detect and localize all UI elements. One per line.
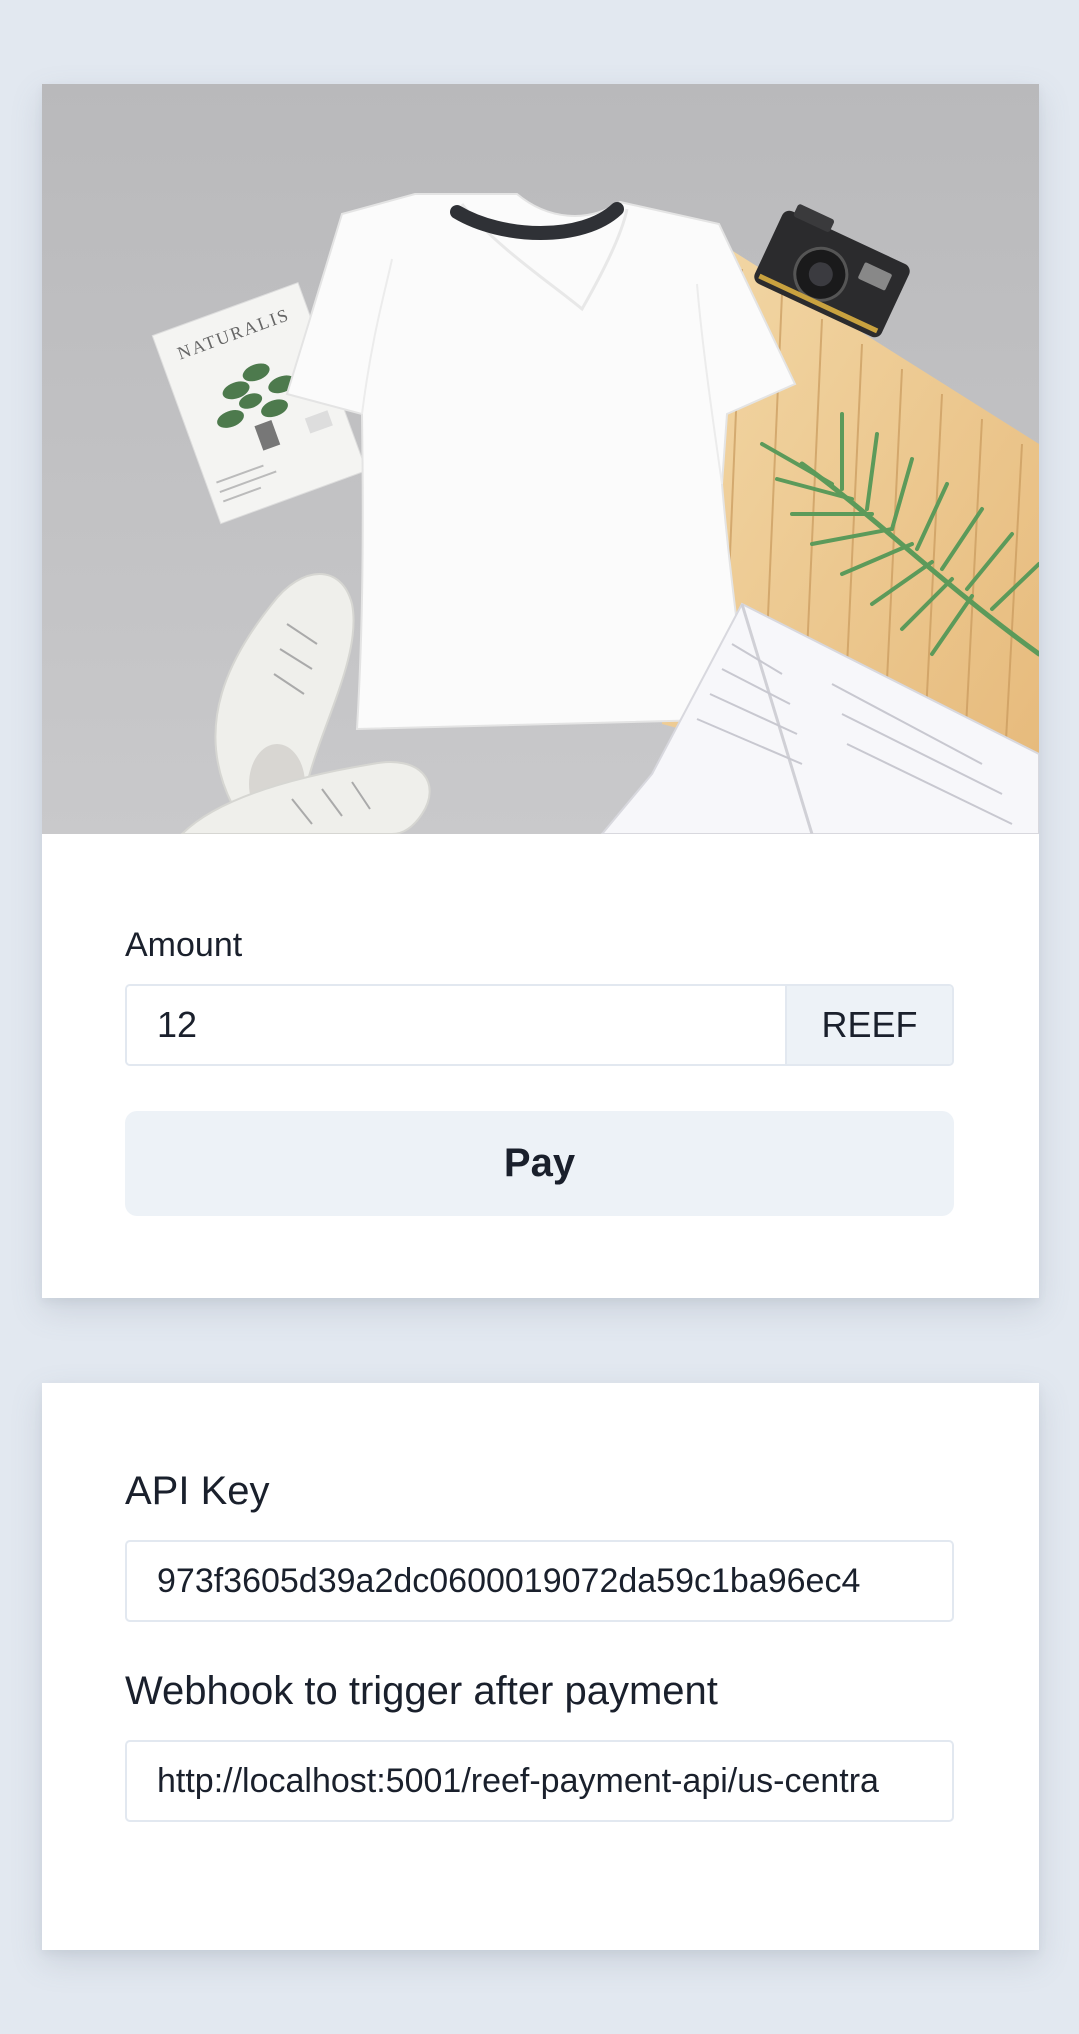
amount-label: Amount [125,926,243,964]
settings-card: API Key Webhook to trigger after payment [42,1383,1039,1950]
api-key-input[interactable] [125,1540,954,1622]
product-image: NATURALIS [42,84,1039,834]
pay-button[interactable]: Pay [125,1111,954,1216]
webhook-label: Webhook to trigger after payment [125,1669,718,1713]
webhook-input[interactable] [125,1740,954,1822]
amount-input-group: REEF [125,984,954,1066]
currency-addon: REEF [785,986,952,1064]
product-card: NATURALIS Amount 12 REEF Pay [42,84,1039,1298]
amount-input[interactable] [127,986,785,1064]
api-key-label: API Key [125,1469,270,1513]
